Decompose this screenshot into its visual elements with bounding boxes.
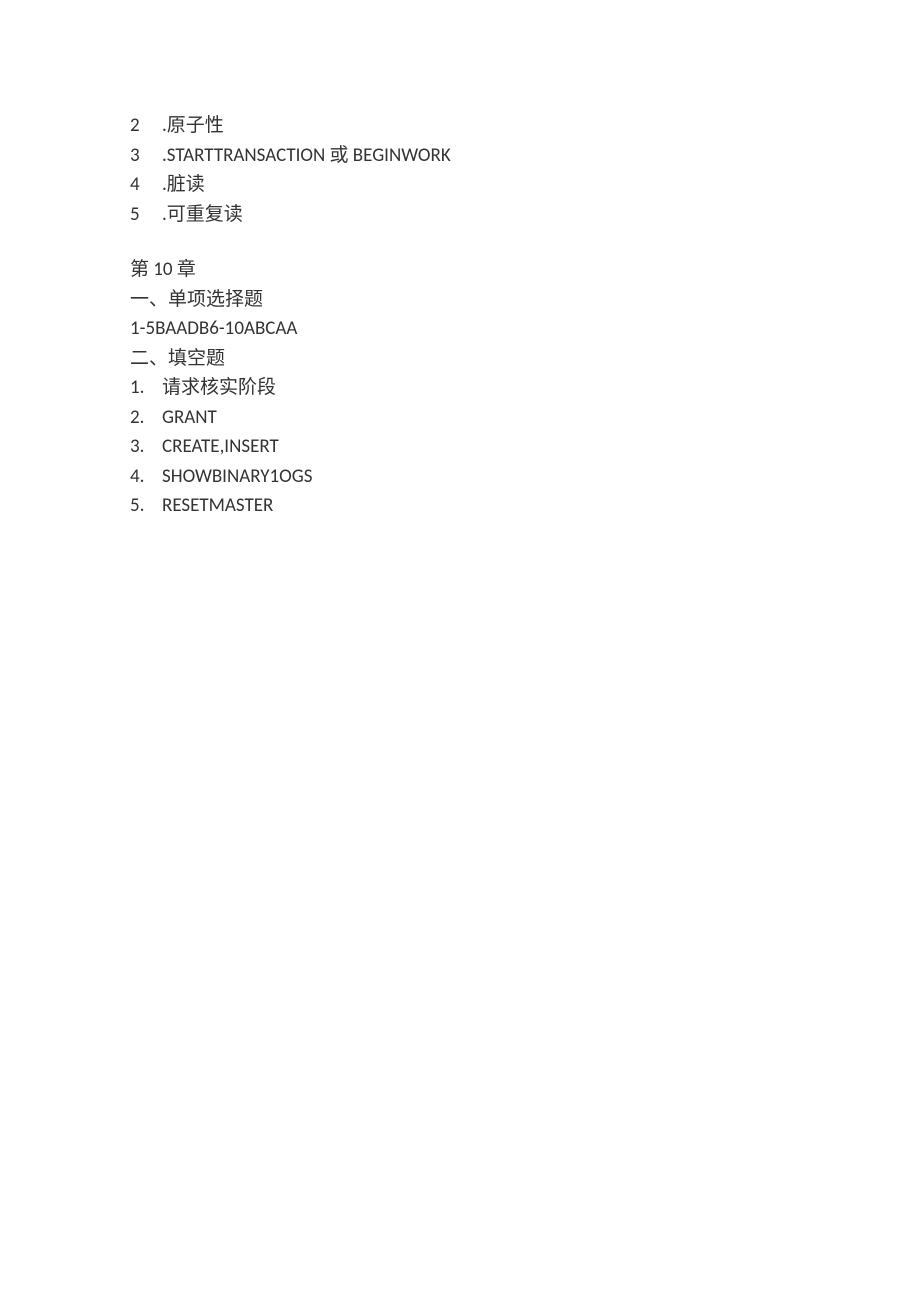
- item-text: .可重复读: [162, 201, 243, 230]
- item-gap: [144, 142, 162, 171]
- item-text: GRANT: [162, 404, 217, 433]
- part1-answer: 1-5BAADB6-10ABCAA: [130, 315, 790, 344]
- item-number: 5.: [130, 492, 162, 521]
- section-a-list: 2 .原子性 3 .STARTTRANSACTION 或 BEGINWORK 4…: [130, 112, 790, 229]
- chapter-title: 第 10 章: [130, 256, 790, 285]
- item-number: 3.: [130, 433, 162, 462]
- item-gap: [144, 112, 162, 141]
- item-text: SHOWBINARY1OGS: [162, 463, 312, 492]
- item-number: 3: [130, 142, 144, 171]
- list-item: 5. RESETMASTER: [130, 492, 790, 521]
- item-text: .STARTTRANSACTION 或 BEGINWORK: [162, 142, 451, 171]
- list-item: 4. SHOWBINARY1OGS: [130, 463, 790, 492]
- item-gap: [144, 201, 162, 230]
- item-text: .脏读: [162, 171, 205, 200]
- item-number: 5: [130, 201, 144, 230]
- chapter-block: 第 10 章 一、单项选择题 1-5BAADB6-10ABCAA 二、填空题 1…: [130, 256, 790, 521]
- item-text: 请求核实阶段: [162, 374, 276, 403]
- list-item: 5 .可重复读: [130, 201, 790, 230]
- list-item: 3 .STARTTRANSACTION 或 BEGINWORK: [130, 142, 790, 171]
- list-item: 4 .脏读: [130, 171, 790, 200]
- list-item: 2. GRANT: [130, 404, 790, 433]
- part2-heading: 二、填空题: [130, 345, 790, 374]
- list-item: 2 .原子性: [130, 112, 790, 141]
- list-item: 3. CREATE,INSERT: [130, 433, 790, 462]
- item-text: .原子性: [162, 112, 224, 141]
- item-number: 2: [130, 112, 144, 141]
- item-text: RESETMASTER: [162, 492, 273, 521]
- part1-heading: 一、单项选择题: [130, 286, 790, 315]
- item-gap: [144, 171, 162, 200]
- item-text: CREATE,INSERT: [162, 433, 279, 462]
- list-item: 1. 请求核实阶段: [130, 374, 790, 403]
- item-number: 1.: [130, 374, 162, 403]
- item-number: 4.: [130, 463, 162, 492]
- item-number: 4: [130, 171, 144, 200]
- item-number: 2.: [130, 404, 162, 433]
